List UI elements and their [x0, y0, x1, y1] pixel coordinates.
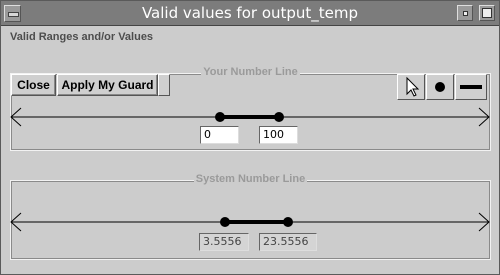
system-min-handle: [220, 217, 230, 227]
system-max-value: 23.5556: [259, 233, 317, 251]
dialog-window: Valid values for output_temp Valid Range…: [0, 0, 500, 275]
system-min-value: 3.5556: [199, 233, 249, 251]
system-max-handle: [283, 217, 293, 227]
system-number-line: [10, 212, 490, 232]
